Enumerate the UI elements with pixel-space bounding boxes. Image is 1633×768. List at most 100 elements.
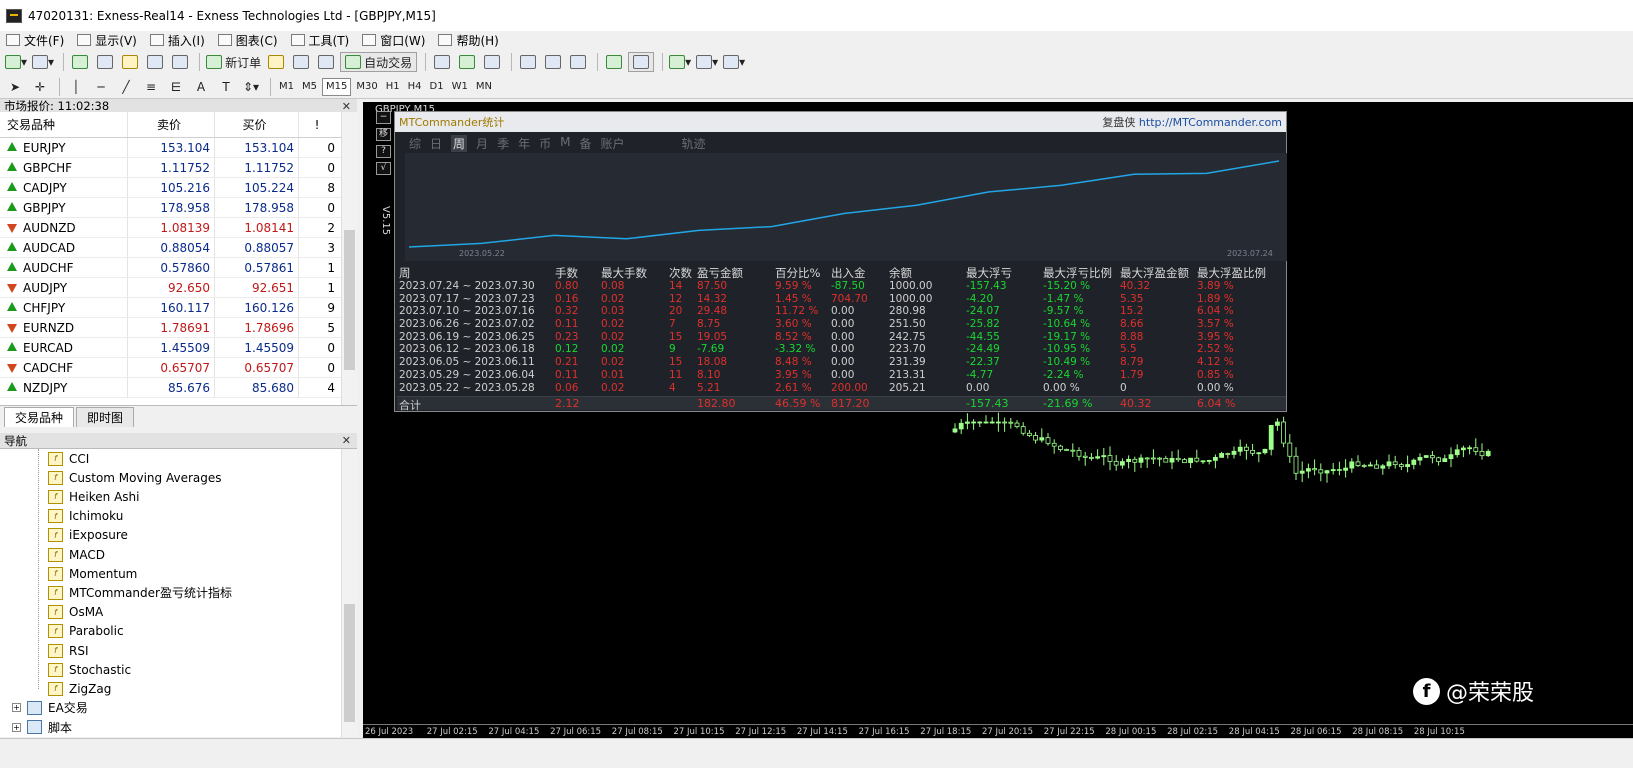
period-tab[interactable]: M	[560, 135, 570, 152]
market-row[interactable]: AUDCAD 0.88054 0.88057 3	[0, 238, 357, 258]
market-row[interactable]: EURJPY 153.104 153.104 0	[0, 138, 357, 158]
period-tab[interactable]: 年	[518, 135, 530, 152]
move-button[interactable]: 移	[376, 128, 391, 141]
market-watch-scrollbar[interactable]	[341, 112, 357, 406]
bar-chart-button[interactable]	[431, 52, 453, 72]
trendline-tool[interactable]: ╱	[115, 77, 137, 97]
period-tab[interactable]: 币	[539, 135, 551, 152]
navigator-group[interactable]: + EA交易	[0, 698, 340, 717]
navigator-indicator[interactable]: f OsMA	[0, 603, 340, 622]
timeframe-button[interactable]: W1	[449, 78, 471, 96]
help-button[interactable]: ?	[376, 145, 391, 158]
navigator-indicator[interactable]: f Stochastic	[0, 660, 340, 679]
timeframe-button[interactable]: D1	[427, 78, 447, 96]
menu-item[interactable]: 显示(V)	[77, 32, 137, 49]
timeframe-button[interactable]: H4	[405, 78, 425, 96]
menu-item[interactable]: 工具(T)	[290, 32, 349, 49]
periods-button[interactable]: ▾	[695, 52, 719, 72]
navigator-button[interactable]	[119, 52, 141, 72]
label-tool[interactable]: T	[215, 77, 237, 97]
arrows-tool[interactable]: ⇕▾	[240, 77, 262, 97]
line-chart-button[interactable]	[481, 52, 503, 72]
navigator-indicator[interactable]: f CCI	[0, 449, 340, 468]
channel-tool[interactable]: ≡	[140, 77, 162, 97]
navigator-indicator[interactable]: f ZigZag	[0, 679, 340, 698]
timeframe-button[interactable]: M1	[276, 78, 297, 96]
candle-chart-button[interactable]	[456, 52, 478, 72]
close-icon[interactable]: ✕	[342, 434, 351, 447]
new-order-button[interactable]: 新订单	[205, 52, 262, 72]
terminal-button[interactable]	[144, 52, 166, 72]
fibonacci-tool[interactable]: ⋿	[165, 77, 187, 97]
navigator-indicator[interactable]: f Parabolic	[0, 622, 340, 641]
period-tab[interactable]: 综	[409, 135, 421, 152]
market-row[interactable]: EURNZD 1.78691 1.78696 5	[0, 318, 357, 338]
timeframe-button[interactable]: M30	[353, 78, 380, 96]
timeframe-button[interactable]: M15	[322, 77, 352, 96]
market-row[interactable]: EURCAD 1.45509 1.45509 0	[0, 338, 357, 358]
navigator-indicator[interactable]: f Heiken Ashi	[0, 487, 340, 506]
navigator-group[interactable]: + 脚本	[0, 718, 340, 737]
expand-icon[interactable]: +	[12, 722, 21, 732]
zoom-in-button[interactable]	[517, 52, 539, 72]
text-tool[interactable]: A	[190, 77, 212, 97]
templates-button[interactable]: ▾	[722, 52, 746, 72]
col-ask[interactable]: 买价	[215, 112, 299, 137]
market-watch-button[interactable]	[69, 52, 91, 72]
period-tab[interactable]: 周	[451, 135, 468, 152]
profiles-button[interactable]: ▾	[31, 52, 55, 72]
market-row[interactable]: CADJPY 105.216 105.224 8	[0, 178, 357, 198]
auto-scroll-button[interactable]	[603, 52, 625, 72]
navigator-indicator[interactable]: f MTCommander盈亏统计指标	[0, 583, 340, 602]
market-row[interactable]: AUDCHF 0.57860 0.57861 1	[0, 258, 357, 278]
menu-item[interactable]: 插入(I)	[149, 32, 205, 49]
period-tab[interactable]: 日	[430, 135, 442, 152]
crosshair-tool[interactable]: ✛	[29, 77, 51, 97]
menu-item[interactable]: 图表(C)	[217, 32, 278, 49]
data-window-button[interactable]	[94, 52, 116, 72]
navigator-indicator[interactable]: f iExposure	[0, 526, 340, 545]
period-tab[interactable]: 月	[476, 135, 488, 152]
chart-window[interactable]: GBPJPY,M15 − 移 ? √ V5.15 MTCommander统计 复…	[363, 102, 1633, 738]
market-row[interactable]: AUDNZD 1.08139 1.08141 2	[0, 218, 357, 238]
zoom-out-button[interactable]	[542, 52, 564, 72]
market-row[interactable]: CADCHF 0.65707 0.65707 0	[0, 358, 357, 378]
tester-button[interactable]	[169, 52, 191, 72]
new-chart-button[interactable]: ▾	[4, 52, 28, 72]
scroll-thumb[interactable]	[344, 604, 355, 722]
menu-item[interactable]: 文件(F)	[6, 32, 64, 49]
menu-item[interactable]: 窗口(W)	[362, 32, 425, 49]
scroll-thumb[interactable]	[344, 230, 355, 370]
menu-item[interactable]: 帮助(H)	[438, 32, 499, 49]
navigator-indicator[interactable]: f Momentum	[0, 564, 340, 583]
market-row[interactable]: GBPCHF 1.11752 1.11752 0	[0, 158, 357, 178]
confirm-button[interactable]: √	[376, 162, 391, 175]
navigator-indicator[interactable]: f Ichimoku	[0, 507, 340, 526]
navigator-indicator[interactable]: f Custom Moving Averages	[0, 468, 340, 487]
period-tab[interactable]: 季	[497, 135, 509, 152]
cursor-tool[interactable]: ➤	[4, 77, 26, 97]
navigator-indicator[interactable]: f RSI	[0, 641, 340, 660]
metaeditor-button[interactable]	[265, 52, 287, 72]
navigator-scrollbar[interactable]	[341, 449, 357, 737]
col-symbol[interactable]: 交易品种	[0, 112, 128, 137]
horizontal-line-tool[interactable]: ─	[90, 77, 112, 97]
expand-icon[interactable]: +	[12, 703, 21, 712]
stats-site[interactable]: 复盘侠 http://MTCommander.com	[1102, 114, 1282, 130]
col-bid[interactable]: 卖价	[128, 112, 215, 137]
timeframe-button[interactable]: H1	[383, 78, 403, 96]
minimize-button[interactable]: −	[376, 111, 391, 124]
market-button[interactable]	[315, 52, 337, 72]
vertical-line-tool[interactable]: │	[65, 77, 87, 97]
period-tab[interactable]: 轨迹	[682, 135, 706, 152]
market-row[interactable]: CHFJPY 160.117 160.126 9	[0, 298, 357, 318]
indicators-button[interactable]: ▾	[668, 52, 692, 72]
navigator-indicator[interactable]: f MACD	[0, 545, 340, 564]
market-row[interactable]: GBPJPY 178.958 178.958 0	[0, 198, 357, 218]
chart-shift-button[interactable]	[628, 52, 655, 72]
timeframe-button[interactable]: MN	[473, 78, 495, 96]
tab-tick-chart[interactable]: 即时图	[76, 407, 135, 427]
tile-windows-button[interactable]	[567, 52, 589, 72]
tab-symbols[interactable]: 交易品种	[4, 407, 75, 427]
market-row[interactable]: AUDJPY 92.650 92.651 1	[0, 278, 357, 298]
